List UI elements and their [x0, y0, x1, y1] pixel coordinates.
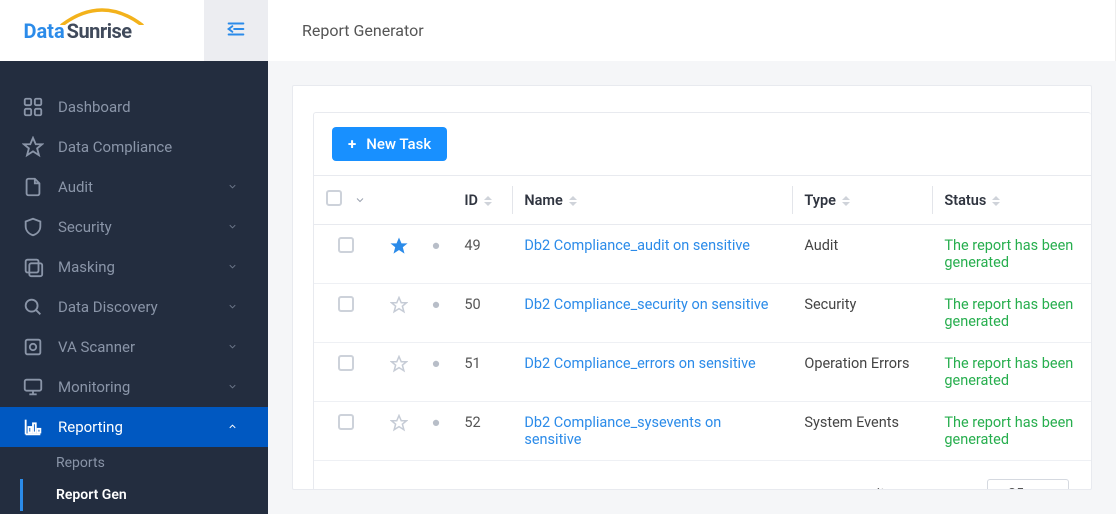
search-icon [22, 296, 44, 318]
select-all-checkbox[interactable] [326, 190, 342, 206]
sidebar-item-compliance[interactable]: Data Compliance [0, 127, 268, 167]
chevron-down-icon [227, 338, 238, 356]
star-icon [22, 136, 44, 158]
sidebar-item-label: VA Scanner [58, 338, 135, 356]
sort-icon[interactable] [569, 196, 577, 206]
sidebar-item-label: Data Compliance [58, 138, 172, 156]
row-type: System Events [804, 414, 899, 431]
monitor-icon [22, 376, 44, 398]
row-type: Audit [804, 237, 838, 254]
sidebar-item-masking[interactable]: Masking [0, 247, 268, 287]
collapse-sidebar-button[interactable] [204, 0, 268, 61]
sidebar-item-dashboard[interactable]: Dashboard [0, 87, 268, 127]
page-title: Report Generator [268, 0, 1116, 61]
row-id: 51 [464, 355, 480, 372]
chevron-up-icon [227, 418, 238, 436]
file-icon [22, 176, 44, 198]
sort-icon[interactable] [992, 196, 1000, 206]
masking-icon [22, 256, 44, 278]
row-checkbox[interactable] [338, 414, 354, 430]
sidebar-subitem-reports[interactable]: Reports [56, 447, 268, 479]
new-task-label: New Task [366, 135, 431, 153]
status-dot-icon: ● [432, 296, 441, 313]
items-per-page-select[interactable]: 25 [987, 479, 1069, 490]
column-header-name[interactable]: Name [524, 192, 562, 209]
sidebar-subitem-label: Report Gen [56, 487, 127, 503]
sidebar-subitem-reportgen[interactable]: Report Gen [56, 479, 268, 511]
column-header-status[interactable]: Status [944, 192, 986, 209]
shield-icon [22, 216, 44, 238]
scanner-icon [22, 336, 44, 358]
sidebar-item-label: Reporting [58, 418, 123, 436]
row-status: The report has been generated [944, 237, 1073, 271]
collapse-icon [225, 18, 247, 44]
chevron-down-icon [227, 258, 238, 276]
sidebar-item-discovery[interactable]: Data Discovery [0, 287, 268, 327]
chevron-down-icon [227, 378, 238, 396]
chart-icon [22, 416, 44, 438]
plus-icon: + [348, 135, 356, 153]
dashboard-icon [22, 96, 44, 118]
sidebar-item-label: Audit [58, 178, 93, 196]
chevron-down-icon[interactable] [354, 193, 366, 210]
chevron-down-icon [227, 178, 238, 196]
star-icon[interactable] [390, 301, 408, 318]
sidebar-item-label: Masking [58, 258, 115, 276]
items-per-page-value: 25 [1008, 486, 1024, 490]
new-task-button[interactable]: + New Task [332, 127, 447, 161]
row-status: The report has been generated [944, 355, 1073, 389]
row-checkbox[interactable] [338, 237, 354, 253]
row-type: Operation Errors [804, 355, 909, 372]
status-dot-icon: ● [432, 237, 441, 254]
row-checkbox[interactable] [338, 355, 354, 371]
sort-icon[interactable] [484, 196, 492, 206]
sort-icon[interactable] [842, 196, 850, 206]
logo[interactable]: DataSunrise [0, 0, 204, 61]
sidebar: Dashboard Data Compliance Audit Security… [0, 61, 268, 514]
content-card: + New Task [292, 85, 1092, 490]
row-status: The report has been generated [944, 414, 1073, 448]
table-row: ● 49 Db2 Compliance_audit on sensitive Audi… [314, 225, 1091, 284]
row-name-link[interactable]: Db2 Compliance_sysevents on sensitive [524, 414, 721, 448]
sidebar-item-vascanner[interactable]: VA Scanner [0, 327, 268, 367]
sidebar-item-audit[interactable]: Audit [0, 167, 268, 207]
row-name-link[interactable]: Db2 Compliance_errors on sensitive [524, 355, 755, 372]
row-id: 49 [464, 237, 480, 254]
column-header-id[interactable]: ID [464, 192, 478, 209]
items-per-page-label: Items per page: [877, 486, 973, 490]
row-checkbox[interactable] [338, 296, 354, 312]
status-dot-icon: ● [432, 414, 441, 431]
sidebar-item-label: Data Discovery [58, 298, 158, 316]
star-icon[interactable] [390, 360, 408, 377]
sidebar-item-label: Dashboard [58, 98, 131, 116]
status-dot-icon: ● [432, 355, 441, 372]
column-header-type[interactable]: Type [804, 192, 836, 209]
row-id: 50 [464, 296, 480, 313]
row-status: The report has been generated [944, 296, 1073, 330]
sidebar-item-label: Security [58, 218, 112, 236]
tasks-table: ID Name Type Status ● 49 Db2 Compliance_au… [314, 175, 1091, 461]
row-name-link[interactable]: Db2 Compliance_security on sensitive [524, 296, 768, 313]
sidebar-item-security[interactable]: Security [0, 207, 268, 247]
table-row: ● 50 Db2 Compliance_security on sensitive S… [314, 284, 1091, 343]
chevron-down-icon [227, 298, 238, 316]
chevron-down-icon [227, 218, 238, 236]
row-name-link[interactable]: Db2 Compliance_audit on sensitive [524, 237, 750, 254]
star-icon[interactable] [390, 242, 408, 259]
table-row: ● 52 Db2 Compliance_sysevents on sensitive… [314, 402, 1091, 461]
chevron-down-icon [1038, 486, 1048, 490]
table-row: ● 51 Db2 Compliance_errors on sensitive Ope… [314, 343, 1091, 402]
row-type: Security [804, 296, 856, 313]
sidebar-item-monitoring[interactable]: Monitoring [0, 367, 268, 407]
star-icon[interactable] [390, 419, 408, 436]
sidebar-item-label: Monitoring [58, 378, 130, 396]
sidebar-subitem-label: Reports [56, 455, 105, 471]
sidebar-item-reporting[interactable]: Reporting [0, 407, 268, 447]
row-id: 52 [464, 414, 480, 431]
